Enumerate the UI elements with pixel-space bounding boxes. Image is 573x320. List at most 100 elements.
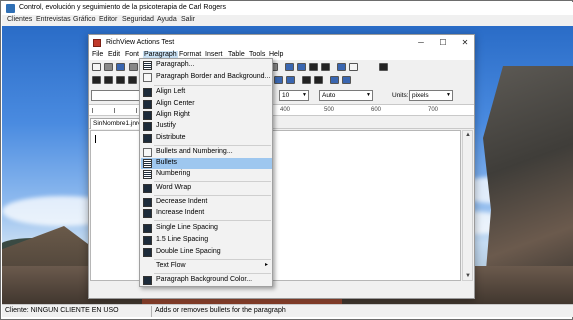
menu-paragraph[interactable]: Paragraph xyxy=(143,51,178,58)
menu-item-label: Increase Indent xyxy=(156,209,205,216)
menu-item-label: Align Right xyxy=(156,111,190,118)
window-title-bar[interactable]: RichView Actions Test ─ ☐ ✕ xyxy=(89,35,474,50)
replace-icon[interactable] xyxy=(297,63,306,71)
menu-item-label: Align Left xyxy=(156,88,186,95)
underline-icon[interactable] xyxy=(116,76,125,84)
menu-item-single-spacing[interactable]: Single Line Spacing xyxy=(141,223,272,234)
find-icon[interactable] xyxy=(285,63,294,71)
strikeout-icon[interactable] xyxy=(128,76,137,84)
app-menu-seguridad[interactable]: Seguridad xyxy=(122,16,154,23)
minimize-button[interactable]: ─ xyxy=(414,37,428,48)
scroll-down-icon[interactable]: ▼ xyxy=(465,273,471,279)
check-icon[interactable] xyxy=(349,63,358,71)
menu-item-double-spacing[interactable]: Double Line Spacing xyxy=(141,247,272,258)
indent-tb-icon[interactable] xyxy=(330,76,339,84)
app-menu-salir[interactable]: Salir xyxy=(181,16,195,23)
align-left-tb-icon[interactable] xyxy=(274,76,283,84)
close-button[interactable]: ✕ xyxy=(458,37,472,48)
bullets-icon xyxy=(143,159,152,168)
menu-item-justify[interactable]: Justify xyxy=(141,121,272,132)
app-menu-entrevistas[interactable]: Entrevistas xyxy=(36,16,71,23)
menu-item-background-color[interactable]: Paragraph Background Color... xyxy=(141,275,272,286)
outdent-tb-icon[interactable] xyxy=(342,76,351,84)
app-menu-clientes[interactable]: Clientes xyxy=(7,16,32,23)
style-combo[interactable] xyxy=(91,90,141,101)
menu-item-align-left[interactable]: Align Left xyxy=(141,87,272,98)
bullets-numbering-icon xyxy=(143,148,152,157)
menu-item-paragraph[interactable]: Paragraph... xyxy=(141,60,272,71)
align-center-icon xyxy=(143,100,152,109)
app-menu-editor[interactable]: Editor xyxy=(99,16,117,23)
ruler-tick-label: 500 xyxy=(324,107,335,113)
screen-frame: Control, evolución y seguimiento de la p… xyxy=(0,0,573,320)
menu-item-paragraph-border[interactable]: Paragraph Border and Background... xyxy=(141,72,272,83)
numbering-tb-icon[interactable] xyxy=(314,76,323,84)
word-wrap-icon xyxy=(143,184,152,193)
menu-item-label: Paragraph... xyxy=(156,61,195,68)
window-app-icon xyxy=(93,39,101,47)
tab-document[interactable]: SinNombre1.jnre xyxy=(90,118,145,129)
menu-format[interactable]: Format xyxy=(179,51,201,58)
background-color-icon xyxy=(143,276,152,285)
save-icon[interactable] xyxy=(116,63,125,71)
distribute-icon xyxy=(143,134,152,143)
menu-item-increase-indent[interactable]: Increase Indent xyxy=(141,208,272,219)
menu-item-numbering[interactable]: Numbering xyxy=(141,169,272,180)
scroll-up-icon[interactable]: ▲ xyxy=(465,132,471,138)
ruler-tick-mark xyxy=(136,108,137,113)
menu-edit[interactable]: Edit xyxy=(108,51,120,58)
menu-item-label: Numbering xyxy=(156,170,191,177)
show-codes-icon[interactable] xyxy=(337,63,346,71)
menu-separator xyxy=(154,145,271,146)
single-spacing-icon xyxy=(143,224,152,233)
increase-indent-icon xyxy=(143,209,152,218)
menu-item-decrease-indent[interactable]: Decrease Indent xyxy=(141,197,272,208)
chevron-down-icon: ▼ xyxy=(302,92,307,98)
menu-tools[interactable]: Tools xyxy=(249,51,265,58)
new-icon[interactable] xyxy=(92,63,101,71)
vertical-scrollbar[interactable]: ▲ ▼ xyxy=(462,130,473,281)
menu-font[interactable]: Font xyxy=(125,51,139,58)
menu-separator xyxy=(154,273,271,274)
chevron-down-icon: ▼ xyxy=(446,92,451,98)
menu-help[interactable]: Help xyxy=(269,51,283,58)
units-combo[interactable]: pixels ▼ xyxy=(409,90,453,101)
menu-item-label: Decrease Indent xyxy=(156,198,208,205)
align-center-tb-icon[interactable] xyxy=(286,76,295,84)
ruler-tick-label: 700 xyxy=(428,107,439,113)
open-icon[interactable] xyxy=(104,63,113,71)
font-size-combo[interactable]: 10 ▼ xyxy=(279,90,309,101)
app-menu-ayuda[interactable]: Ayuda xyxy=(157,16,177,23)
zoom-icon[interactable] xyxy=(309,63,318,71)
menu-item-align-right[interactable]: Align Right xyxy=(141,110,272,121)
print-icon[interactable] xyxy=(129,63,138,71)
menu-separator xyxy=(154,195,271,196)
status-divider xyxy=(151,306,152,317)
toolbar-extra-icon[interactable] xyxy=(379,63,388,71)
ruler-tick-label: 600 xyxy=(371,107,382,113)
chart-icon[interactable] xyxy=(321,63,330,71)
menu-table[interactable]: Table xyxy=(228,51,245,58)
menu-item-bullets[interactable]: Bullets xyxy=(141,158,272,169)
menu-item-label: Text Flow xyxy=(156,262,186,269)
bullets-tb-icon[interactable] xyxy=(302,76,311,84)
menu-separator xyxy=(154,220,271,221)
paragraph-menu: Paragraph... Paragraph Border and Backgr… xyxy=(139,58,273,287)
maximize-button[interactable]: ☐ xyxy=(436,37,450,48)
menu-item-align-center[interactable]: Align Center xyxy=(141,99,272,110)
bold-icon[interactable] xyxy=(92,76,101,84)
menu-item-text-flow[interactable]: Text Flow ▸ xyxy=(141,261,272,272)
menu-file[interactable]: File xyxy=(92,51,103,58)
color-combo[interactable]: Auto ▼ xyxy=(319,90,373,101)
menu-item-one-half-spacing[interactable]: 1.5 Line Spacing xyxy=(141,235,272,246)
menu-insert[interactable]: Insert xyxy=(205,51,223,58)
menu-item-word-wrap[interactable]: Word Wrap xyxy=(141,183,272,194)
menu-item-distribute[interactable]: Distribute xyxy=(141,133,272,144)
status-bar: Cliente: NINGUN CLIENTE EN USO Adds or r… xyxy=(2,304,573,317)
paragraph-icon xyxy=(143,61,152,70)
menu-item-bullets-numbering[interactable]: Bullets and Numbering... xyxy=(141,147,272,158)
ruler-tick-label: 400 xyxy=(280,107,291,113)
menu-separator xyxy=(154,181,271,182)
italic-icon[interactable] xyxy=(104,76,113,84)
app-menu-grafico[interactable]: Gráfico xyxy=(73,16,96,23)
